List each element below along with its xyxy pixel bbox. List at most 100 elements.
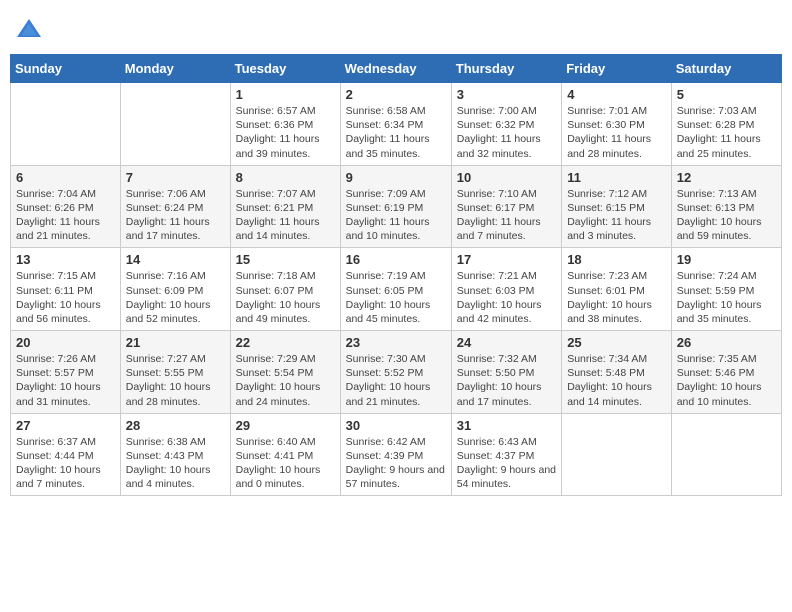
calendar-cell: 27 Sunrise: 6:37 AM Sunset: 4:44 PM Dayli…	[11, 413, 121, 496]
day-number: 6	[16, 170, 115, 185]
day-info: Sunrise: 6:57 AM Sunset: 6:36 PM Dayligh…	[236, 104, 335, 161]
day-number: 5	[677, 87, 776, 102]
day-number: 7	[126, 170, 225, 185]
day-info: Sunrise: 7:01 AM Sunset: 6:30 PM Dayligh…	[567, 104, 666, 161]
day-info: Sunrise: 7:24 AM Sunset: 5:59 PM Dayligh…	[677, 269, 776, 326]
day-number: 30	[346, 418, 446, 433]
calendar-cell: 22 Sunrise: 7:29 AM Sunset: 5:54 PM Dayli…	[230, 331, 340, 414]
day-info: Sunrise: 7:06 AM Sunset: 6:24 PM Dayligh…	[126, 187, 225, 244]
day-info: Sunrise: 7:10 AM Sunset: 6:17 PM Dayligh…	[457, 187, 556, 244]
calendar-cell: 31 Sunrise: 6:43 AM Sunset: 4:37 PM Dayli…	[451, 413, 561, 496]
calendar-cell: 13 Sunrise: 7:15 AM Sunset: 6:11 PM Dayli…	[11, 248, 121, 331]
day-info: Sunrise: 7:35 AM Sunset: 5:46 PM Dayligh…	[677, 352, 776, 409]
calendar-cell: 17Sunrise: 7:21 AM Sunset: 6:03 PM Dayli…	[451, 248, 561, 331]
calendar-cell: 25Sunrise: 7:34 AM Sunset: 5:48 PM Dayli…	[562, 331, 672, 414]
calendar-cell: 28Sunrise: 6:38 AM Sunset: 4:43 PM Dayli…	[120, 413, 230, 496]
week-row-5: 27 Sunrise: 6:37 AM Sunset: 4:44 PM Dayli…	[11, 413, 782, 496]
day-number: 8	[236, 170, 335, 185]
weekday-header-friday: Friday	[562, 55, 672, 83]
day-info: Sunrise: 7:23 AM Sunset: 6:01 PM Dayligh…	[567, 269, 666, 326]
day-info: Sunrise: 6:40 AM Sunset: 4:41 PM Dayligh…	[236, 435, 335, 492]
day-info: Sunrise: 7:03 AM Sunset: 6:28 PM Dayligh…	[677, 104, 776, 161]
weekday-header-row: SundayMondayTuesdayWednesdayThursdayFrid…	[11, 55, 782, 83]
day-info: Sunrise: 6:58 AM Sunset: 6:34 PM Dayligh…	[346, 104, 446, 161]
day-info: Sunrise: 6:38 AM Sunset: 4:43 PM Dayligh…	[126, 435, 225, 492]
day-number: 11	[567, 170, 666, 185]
logo-icon	[14, 16, 44, 46]
day-number: 14	[126, 252, 225, 267]
day-number: 22	[236, 335, 335, 350]
day-number: 24	[457, 335, 556, 350]
day-number: 29	[236, 418, 335, 433]
calendar-cell: 6 Sunrise: 7:04 AM Sunset: 6:26 PM Daylig…	[11, 165, 121, 248]
day-number: 12	[677, 170, 776, 185]
calendar-cell: 8 Sunrise: 7:07 AM Sunset: 6:21 PM Daylig…	[230, 165, 340, 248]
calendar-cell: 12 Sunrise: 7:13 AM Sunset: 6:13 PM Dayli…	[671, 165, 781, 248]
calendar-cell: 15Sunrise: 7:18 AM Sunset: 6:07 PM Dayli…	[230, 248, 340, 331]
calendar-cell: 29 Sunrise: 6:40 AM Sunset: 4:41 PM Dayli…	[230, 413, 340, 496]
calendar-cell: 3 Sunrise: 7:00 AM Sunset: 6:32 PM Daylig…	[451, 83, 561, 166]
calendar-cell: 1 Sunrise: 6:57 AM Sunset: 6:36 PM Daylig…	[230, 83, 340, 166]
day-number: 2	[346, 87, 446, 102]
weekday-header-monday: Monday	[120, 55, 230, 83]
day-number: 15	[236, 252, 335, 267]
day-info: Sunrise: 6:37 AM Sunset: 4:44 PM Dayligh…	[16, 435, 115, 492]
day-number: 10	[457, 170, 556, 185]
calendar-cell	[562, 413, 672, 496]
calendar-cell: 24 Sunrise: 7:32 AM Sunset: 5:50 PM Dayli…	[451, 331, 561, 414]
calendar-cell: 11Sunrise: 7:12 AM Sunset: 6:15 PM Dayli…	[562, 165, 672, 248]
day-info: Sunrise: 7:09 AM Sunset: 6:19 PM Dayligh…	[346, 187, 446, 244]
day-number: 9	[346, 170, 446, 185]
day-info: Sunrise: 7:29 AM Sunset: 5:54 PM Dayligh…	[236, 352, 335, 409]
day-info: Sunrise: 6:43 AM Sunset: 4:37 PM Dayligh…	[457, 435, 556, 492]
calendar-table: SundayMondayTuesdayWednesdayThursdayFrid…	[10, 54, 782, 496]
calendar-cell: 2 Sunrise: 6:58 AM Sunset: 6:34 PM Daylig…	[340, 83, 451, 166]
day-info: Sunrise: 7:13 AM Sunset: 6:13 PM Dayligh…	[677, 187, 776, 244]
day-number: 16	[346, 252, 446, 267]
calendar-cell	[120, 83, 230, 166]
day-info: Sunrise: 6:42 AM Sunset: 4:39 PM Dayligh…	[346, 435, 446, 492]
calendar-cell: 14 Sunrise: 7:16 AM Sunset: 6:09 PM Dayli…	[120, 248, 230, 331]
day-info: Sunrise: 7:21 AM Sunset: 6:03 PM Dayligh…	[457, 269, 556, 326]
weekday-header-wednesday: Wednesday	[340, 55, 451, 83]
calendar-cell: 7 Sunrise: 7:06 AM Sunset: 6:24 PM Daylig…	[120, 165, 230, 248]
day-info: Sunrise: 7:16 AM Sunset: 6:09 PM Dayligh…	[126, 269, 225, 326]
logo	[14, 16, 46, 46]
day-info: Sunrise: 7:26 AM Sunset: 5:57 PM Dayligh…	[16, 352, 115, 409]
day-number: 3	[457, 87, 556, 102]
calendar-cell	[671, 413, 781, 496]
calendar-cell: 20 Sunrise: 7:26 AM Sunset: 5:57 PM Dayli…	[11, 331, 121, 414]
calendar-cell	[11, 83, 121, 166]
week-row-3: 13 Sunrise: 7:15 AM Sunset: 6:11 PM Dayli…	[11, 248, 782, 331]
day-number: 19	[677, 252, 776, 267]
day-info: Sunrise: 7:04 AM Sunset: 6:26 PM Dayligh…	[16, 187, 115, 244]
calendar-cell: 5 Sunrise: 7:03 AM Sunset: 6:28 PM Daylig…	[671, 83, 781, 166]
day-number: 23	[346, 335, 446, 350]
day-number: 18	[567, 252, 666, 267]
day-info: Sunrise: 7:32 AM Sunset: 5:50 PM Dayligh…	[457, 352, 556, 409]
day-number: 31	[457, 418, 556, 433]
calendar-cell: 16 Sunrise: 7:19 AM Sunset: 6:05 PM Dayli…	[340, 248, 451, 331]
day-info: Sunrise: 7:15 AM Sunset: 6:11 PM Dayligh…	[16, 269, 115, 326]
weekday-header-tuesday: Tuesday	[230, 55, 340, 83]
day-info: Sunrise: 7:19 AM Sunset: 6:05 PM Dayligh…	[346, 269, 446, 326]
weekday-header-thursday: Thursday	[451, 55, 561, 83]
week-row-1: 1 Sunrise: 6:57 AM Sunset: 6:36 PM Daylig…	[11, 83, 782, 166]
week-row-4: 20 Sunrise: 7:26 AM Sunset: 5:57 PM Dayli…	[11, 331, 782, 414]
day-info: Sunrise: 7:34 AM Sunset: 5:48 PM Dayligh…	[567, 352, 666, 409]
calendar-cell: 10 Sunrise: 7:10 AM Sunset: 6:17 PM Dayli…	[451, 165, 561, 248]
weekday-header-saturday: Saturday	[671, 55, 781, 83]
day-number: 21	[126, 335, 225, 350]
calendar-cell: 30 Sunrise: 6:42 AM Sunset: 4:39 PM Dayli…	[340, 413, 451, 496]
day-info: Sunrise: 7:00 AM Sunset: 6:32 PM Dayligh…	[457, 104, 556, 161]
calendar-cell: 21Sunrise: 7:27 AM Sunset: 5:55 PM Dayli…	[120, 331, 230, 414]
day-number: 27	[16, 418, 115, 433]
calendar-cell: 9 Sunrise: 7:09 AM Sunset: 6:19 PM Daylig…	[340, 165, 451, 248]
calendar-cell: 23Sunrise: 7:30 AM Sunset: 5:52 PM Dayli…	[340, 331, 451, 414]
day-number: 13	[16, 252, 115, 267]
day-info: Sunrise: 7:07 AM Sunset: 6:21 PM Dayligh…	[236, 187, 335, 244]
day-number: 20	[16, 335, 115, 350]
week-row-2: 6 Sunrise: 7:04 AM Sunset: 6:26 PM Daylig…	[11, 165, 782, 248]
day-number: 1	[236, 87, 335, 102]
calendar-cell: 19 Sunrise: 7:24 AM Sunset: 5:59 PM Dayli…	[671, 248, 781, 331]
